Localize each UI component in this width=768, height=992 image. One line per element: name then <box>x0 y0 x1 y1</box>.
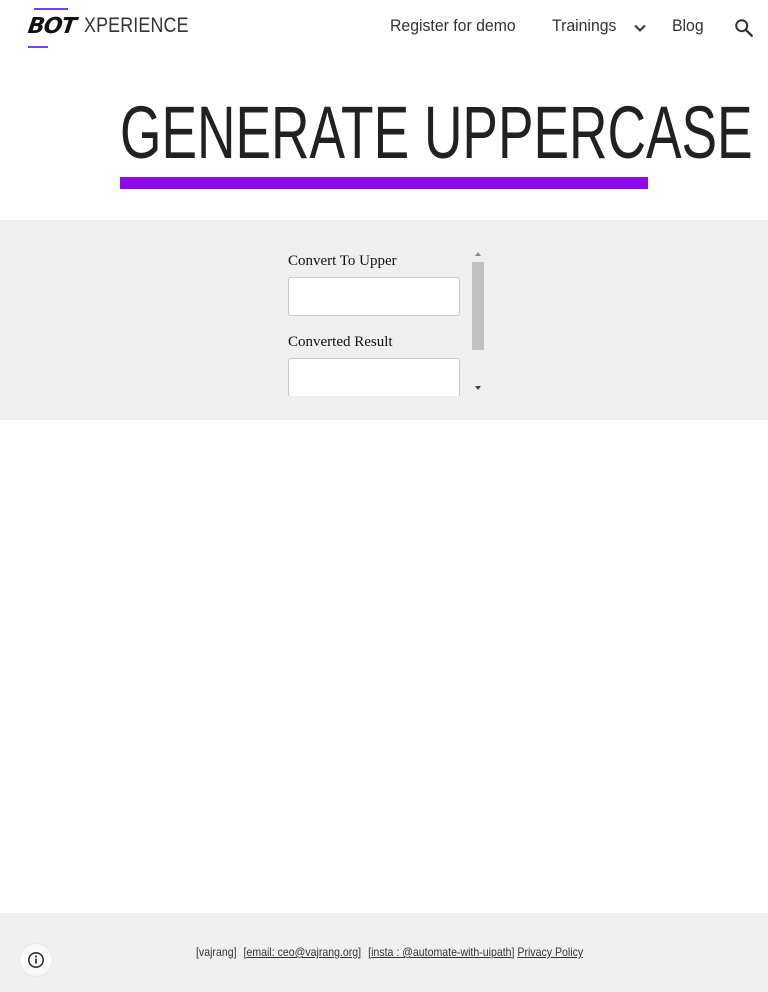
site-header: BOT XPERIENCE Register for demo Training… <box>0 0 768 56</box>
privacy-policy-link[interactable]: Privacy Policy <box>517 945 583 959</box>
convert-to-upper-input[interactable] <box>288 277 460 316</box>
footer-insta-close: ] <box>511 945 515 959</box>
nav-trainings[interactable]: Trainings <box>552 16 616 36</box>
site-title[interactable]: XPERIENCE <box>84 14 189 38</box>
logo-accent-bottom <box>28 46 48 48</box>
logo-mark: BOT <box>26 14 78 39</box>
title-underline <box>120 177 648 189</box>
convert-to-upper-label: Convert To Upper <box>288 253 397 269</box>
uppercase-converter-embed: Convert To Upper Converted Result <box>272 246 488 396</box>
scroll-up-arrow-icon[interactable] <box>475 252 481 256</box>
chevron-down-icon[interactable] <box>632 20 648 36</box>
footer-text: [vajrang] [email: ceo@vajrang.org] [insta … <box>196 945 583 959</box>
converted-result-label: Converted Result <box>288 334 393 350</box>
footer-name: [vajrang] <box>196 945 237 959</box>
converted-result-field[interactable] <box>288 358 460 396</box>
scrollbar-thumb[interactable] <box>472 262 484 350</box>
footer-email-link[interactable]: [email: ceo@vajrang.org] <box>244 945 362 959</box>
nav-blog[interactable]: Blog <box>672 16 704 36</box>
info-icon <box>28 952 44 968</box>
nav-register-for-demo[interactable]: Register for demo <box>390 16 516 36</box>
info-button[interactable] <box>20 944 52 976</box>
site-logo[interactable]: BOT <box>26 8 77 48</box>
logo-accent-top <box>34 8 68 10</box>
scroll-down-arrow-icon[interactable] <box>475 386 481 390</box>
site-footer: [vajrang] [email: ceo@vajrang.org] [insta … <box>0 913 768 992</box>
footer-insta-link[interactable]: insta : @automate-with-uipath <box>371 945 511 959</box>
page-title: GENERATE UPPERCASE <box>120 91 753 174</box>
embed-scrollbar[interactable] <box>471 248 485 394</box>
search-icon[interactable] <box>733 17 755 39</box>
